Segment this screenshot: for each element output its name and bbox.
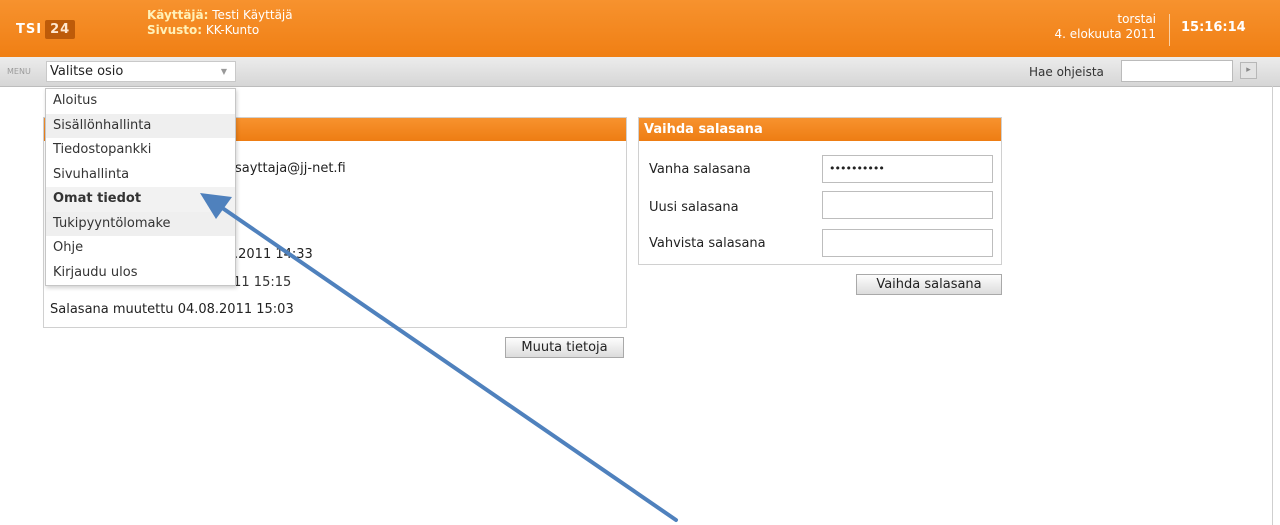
annotation-arrow-icon	[200, 193, 678, 522]
